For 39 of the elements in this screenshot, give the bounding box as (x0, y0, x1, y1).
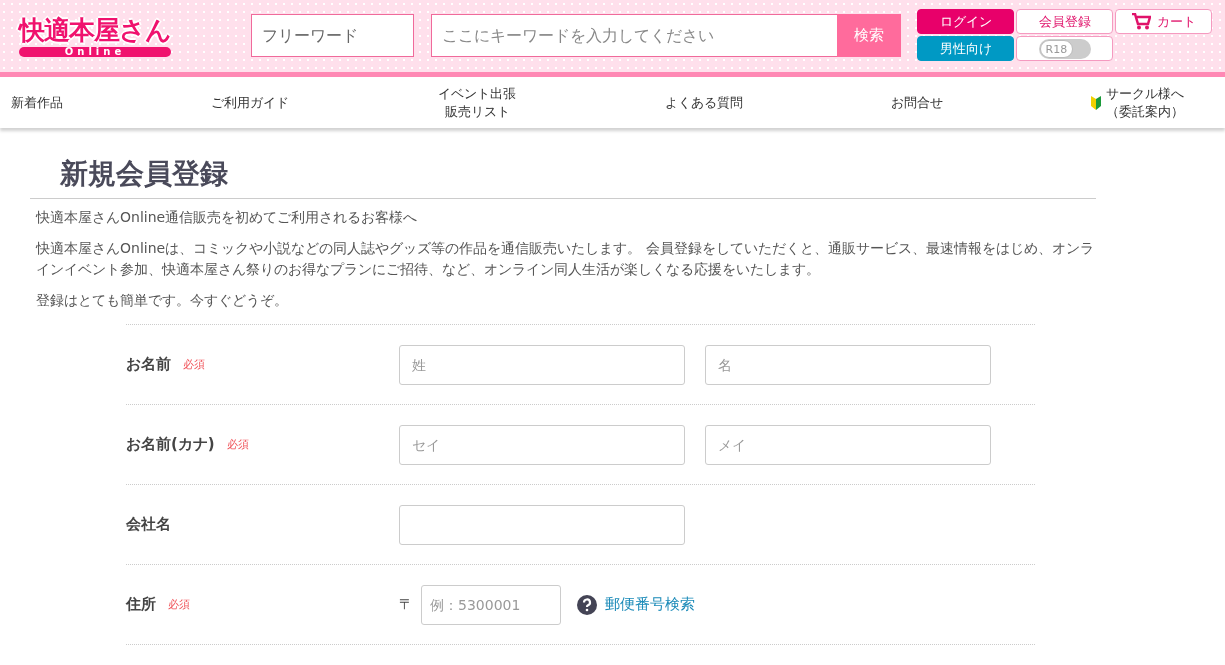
text-field[interactable]: 姓 (399, 344, 685, 385)
logo[interactable]: 快適本屋さん Online (17, 13, 173, 57)
nav-link[interactable]: ご利用ガイド (210, 93, 289, 112)
field-label: お名前 (126, 355, 171, 374)
page-title: 新規会員登録 (60, 156, 229, 192)
cart-icon (1131, 13, 1151, 30)
category-button[interactable]: 男性向け (917, 36, 1014, 61)
logo-title: 快適本屋さん (19, 14, 171, 47)
nav-link[interactable]: サークル様へ（委託案内） (1091, 84, 1185, 121)
login-button[interactable]: ログイン (917, 9, 1014, 34)
nav-link[interactable]: 新着作品 (11, 93, 63, 112)
category-field[interactable]: フリーワード (251, 14, 414, 57)
cart-button[interactable]: カート (1115, 9, 1212, 34)
postal-mark: 〒 (399, 595, 413, 614)
text-field[interactable]: セイ (399, 424, 685, 465)
search-field[interactable]: ここにキーワードを入力してください (431, 14, 837, 57)
field-label: お名前(カナ) (126, 435, 215, 454)
text-field[interactable]: 名 (705, 344, 991, 385)
required-tag: 必須 (226, 437, 249, 452)
intro-text: 快適本屋さんOnline通信販売を初めてご利用されるお客様へ (36, 208, 419, 227)
intro-text: 快適本屋さんOnlineは、コミックや小説などの同人誌やグッズ等の作品を通信販売いたします。 会員登録をしていただくと、通販サービス、最速情報をはじめ、オンラインイベント参加、快適本屋さん祭りのお得なプランにご招待、など、オンライン同人生活が楽しくなる応援をいたします。 (36, 239, 1095, 279)
r18-switch[interactable]: R18 (1038, 38, 1091, 59)
required-tag: 必須 (168, 597, 190, 612)
field-label: 住所 (126, 595, 156, 614)
required-tag: 必須 (183, 357, 205, 372)
help-icon[interactable] (577, 594, 597, 615)
intro-text: 登録はとても簡単です。今すぐどうぞ。 (36, 291, 289, 310)
logo-subtitle: Online (19, 47, 171, 57)
text-field[interactable] (399, 504, 685, 545)
postal-search-link[interactable]: 郵便番号検索 (605, 595, 695, 614)
postal-code-field[interactable]: 例：5300001 (421, 584, 561, 625)
nav-link[interactable]: イベント出張販売リスト (436, 84, 518, 121)
nav-link[interactable]: お問合せ (891, 93, 944, 112)
leaf-icon (1091, 95, 1102, 110)
text-field[interactable]: メイ (705, 424, 991, 465)
nav-link[interactable]: よくある質問 (665, 93, 744, 112)
search-button[interactable]: 検索 (837, 14, 901, 57)
register-button[interactable]: 会員登録 (1016, 9, 1113, 34)
field-label: 会社名 (126, 515, 171, 534)
